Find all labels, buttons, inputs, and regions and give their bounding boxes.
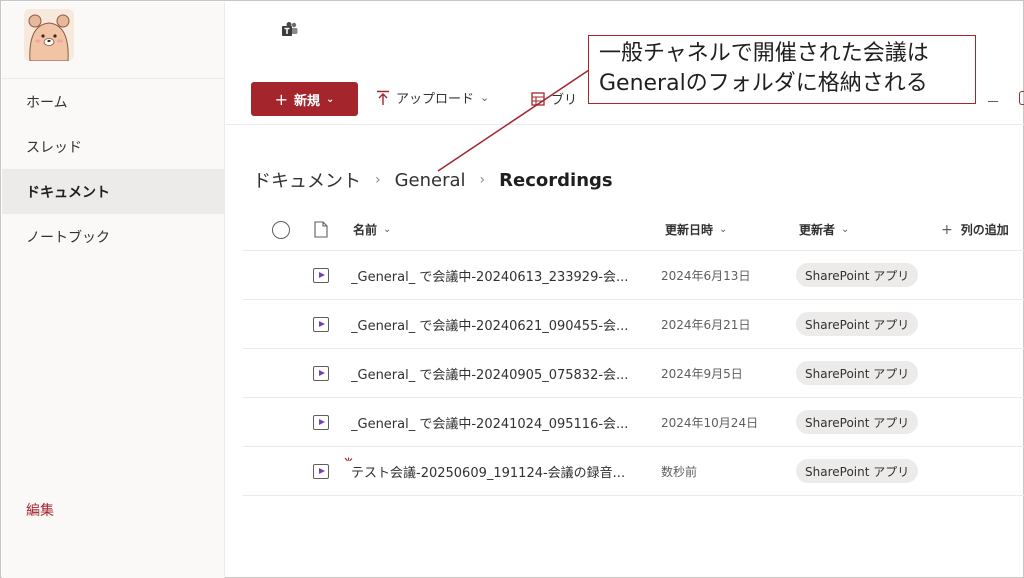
chevron-right-icon: › [375, 172, 381, 188]
file-name[interactable]: _General_ で会議中-20240613_233929-会... [351, 266, 643, 285]
video-file-icon [313, 267, 329, 283]
upload-button[interactable]: アップロード ⌄ [376, 88, 489, 107]
callout-line-1: 一般チャネルで開催された会議は [599, 41, 929, 66]
table-row[interactable]: _General_ で会議中-20241024_095116-会... 2024… [243, 398, 1024, 447]
minus-icon[interactable] [988, 101, 998, 102]
add-column-button[interactable]: + 列の追加 [941, 221, 1009, 238]
video-file-icon [313, 365, 329, 381]
file-modified: 数秒前 [661, 464, 698, 479]
sidebar-item-threads[interactable]: スレッド [2, 124, 225, 169]
breadcrumb-documents[interactable]: ドキュメント [253, 167, 361, 193]
file-type-icon[interactable] [314, 221, 328, 238]
video-file-icon [313, 463, 329, 479]
sidebar-item-label: ドキュメント [26, 184, 110, 201]
teams-icon[interactable] [281, 21, 299, 39]
modified-by-badge[interactable]: SharePoint アプリ [796, 361, 919, 385]
table-row[interactable]: _General_ で会議中-20240613_233929-会... 2024… [243, 251, 1024, 300]
sidebar-nav: ホーム スレッド ドキュメント ノートブック [2, 78, 225, 259]
modified-by-badge[interactable]: SharePoint アプリ [796, 263, 919, 287]
avatar[interactable] [24, 9, 74, 61]
file-name[interactable]: _General_ で会議中-20240905_075832-会... [351, 364, 643, 383]
file-modified: 2024年6月21日 [661, 317, 751, 332]
chevron-down-icon: ⌄ [480, 91, 490, 104]
chevron-down-icon: ⌄ [326, 93, 335, 105]
breadcrumb: ドキュメント › General › Recordings [253, 167, 613, 193]
bear-avatar-icon [28, 14, 70, 61]
file-name[interactable]: _General_ で会議中-20241024_095116-会... [351, 413, 643, 432]
chevron-down-icon: ⌄ [383, 224, 392, 235]
file-modified: 2024年10月24日 [661, 415, 759, 430]
column-header-modified[interactable]: 更新日時 ⌄ [665, 221, 727, 238]
file-name[interactable]: テスト会議-20250609_191124-会議の録音... [351, 462, 643, 481]
plus-icon: + [941, 221, 953, 238]
file-list: 名前 ⌄ 更新日時 ⌄ 更新者 ⌄ + 列の追加 _General_ で会議中-… [243, 209, 1024, 496]
select-all-checkbox[interactable] [272, 220, 290, 239]
sidebar-item-label: ノートブック [26, 229, 110, 246]
app-window: ホーム スレッド ドキュメント ノートブック 編集 + 新規 ⌄ アップロード … [0, 0, 1024, 578]
modified-by-badge[interactable]: SharePoint アプリ [796, 459, 919, 483]
callout-line-2: Generalのフォルダに格納される [599, 71, 928, 96]
annotation-callout: 一般チャネルで開催された会議は Generalのフォルダに格納される [588, 35, 976, 104]
file-modified: 2024年6月13日 [661, 268, 751, 283]
upload-arrow-icon [377, 90, 389, 105]
modified-by-badge[interactable]: SharePoint アプリ [796, 312, 919, 336]
overflow-edge-icon[interactable] [1019, 91, 1024, 105]
breadcrumb-general[interactable]: General [395, 170, 466, 191]
breadcrumb-recordings: Recordings [499, 169, 613, 191]
table-row[interactable]: _General_ で会議中-20240905_075832-会... 2024… [243, 349, 1024, 398]
sidebar-item-label: ホーム [26, 94, 68, 111]
grid-icon [531, 91, 545, 106]
sidebar-item-label: スレッド [26, 139, 82, 156]
modified-by-badge[interactable]: SharePoint アプリ [796, 410, 919, 434]
table-row[interactable]: テスト会議-20250609_191124-会議の録音... 数秒前 Share… [243, 447, 1024, 496]
table-row[interactable]: _General_ で会議中-20240621_090455-会... 2024… [243, 300, 1024, 349]
chevron-down-icon: ⌄ [719, 224, 728, 235]
column-header-modified-by[interactable]: 更新者 ⌄ [799, 221, 849, 238]
sidebar: ホーム スレッド ドキュメント ノートブック 編集 [2, 2, 225, 578]
video-file-icon [313, 414, 329, 430]
video-file-icon [313, 316, 329, 332]
sidebar-item-notebook[interactable]: ノートブック [2, 214, 225, 259]
new-button[interactable]: + 新規 ⌄ [251, 82, 358, 116]
file-name[interactable]: _General_ で会議中-20240621_090455-会... [351, 315, 643, 334]
column-header-name[interactable]: 名前 ⌄ [353, 221, 391, 238]
table-header: 名前 ⌄ 更新日時 ⌄ 更新者 ⌄ + 列の追加 [243, 209, 1024, 251]
sidebar-item-home[interactable]: ホーム [2, 79, 225, 124]
plus-icon: + [274, 89, 288, 109]
chevron-right-icon: › [479, 172, 486, 188]
sidebar-item-documents[interactable]: ドキュメント [2, 169, 225, 214]
edit-link[interactable]: 編集 [26, 500, 54, 520]
chevron-down-icon: ⌄ [841, 224, 850, 235]
file-modified: 2024年9月5日 [661, 366, 743, 381]
partial-toolbar-button[interactable]: ブリ [531, 89, 577, 108]
